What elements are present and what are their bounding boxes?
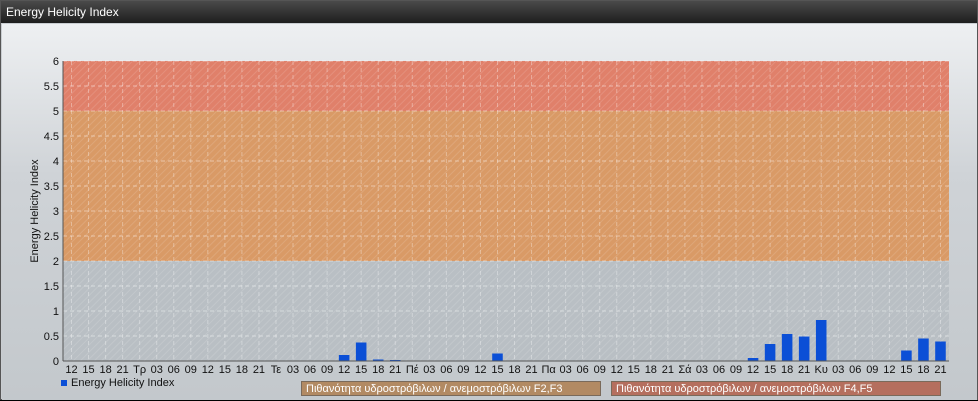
x-tick-label: Πα: [541, 364, 556, 376]
x-tick-label: 12: [747, 364, 759, 376]
y-tick-label: 5: [53, 106, 59, 118]
x-tick-label: 03: [423, 364, 435, 376]
y-tick-label: 2.5: [44, 231, 59, 243]
x-tick-label: 03: [832, 364, 844, 376]
bar: [781, 334, 793, 361]
y-tick-label: 4.5: [44, 131, 59, 143]
y-tick-label: 0.5: [44, 331, 59, 343]
y-tick-label: 2: [53, 256, 59, 268]
bar: [815, 320, 827, 361]
legend-label: Energy Helicity Index: [71, 377, 175, 389]
x-tick-label: 21: [798, 364, 810, 376]
y-tick-label: 4: [53, 156, 59, 168]
bar: [492, 353, 503, 361]
x-tick-label: 15: [355, 364, 367, 376]
y-tick-label: 3.5: [44, 181, 59, 193]
x-tick-label: 06: [849, 364, 861, 376]
x-tick-label: 06: [304, 364, 316, 376]
x-tick-label: 21: [525, 364, 537, 376]
bar: [935, 341, 946, 361]
x-tick-label: 03: [287, 364, 299, 376]
x-tick-label: 15: [628, 364, 640, 376]
x-tick-label: 21: [117, 364, 129, 376]
x-tick-label: 12: [883, 364, 895, 376]
x-tick-label: 21: [389, 364, 401, 376]
x-tick-label: 18: [781, 364, 793, 376]
x-tick-label: 12: [338, 364, 350, 376]
x-tick-label: 09: [594, 364, 606, 376]
x-tick-label: 03: [696, 364, 708, 376]
y-axis-label: Energy Helicity Index: [29, 159, 41, 263]
x-tick-label: 18: [508, 364, 520, 376]
x-tick-label: 06: [168, 364, 180, 376]
x-tick-label: 03: [151, 364, 163, 376]
x-tick-label: 03: [560, 364, 572, 376]
x-tick-label: 15: [82, 364, 94, 376]
x-tick-label: 09: [457, 364, 469, 376]
y-tick-label: 6: [53, 56, 59, 68]
x-tick-label: 15: [764, 364, 776, 376]
x-tick-label: 18: [917, 364, 929, 376]
x-tick-label: Σά: [678, 364, 692, 376]
y-tick-label: 1: [53, 306, 59, 318]
x-tick-label: Πέ: [406, 364, 419, 376]
chart-window: Energy Helicity Index 0 0.5 1 1.5 2 2.5 3 3.5 4 4…: [0, 0, 978, 400]
bar: [918, 338, 929, 361]
x-tick-label: 18: [99, 364, 111, 376]
bar: [764, 344, 776, 361]
x-tick-label: 18: [645, 364, 657, 376]
y-tick-label: 0: [53, 356, 59, 368]
x-tick-label: 09: [185, 364, 197, 376]
x-tick-label: 09: [866, 364, 878, 376]
bar: [901, 350, 912, 361]
band-label-f4f5: Πιθανότητα υδροστρόβιλων / ανεμοστρόβιλω…: [611, 381, 941, 396]
x-tick-label: 21: [662, 364, 674, 376]
bar: [338, 355, 350, 361]
x-tick-label: 21: [253, 364, 265, 376]
bar: [798, 336, 810, 361]
x-tick-label: 18: [372, 364, 384, 376]
legend-swatch: [61, 380, 67, 386]
x-tick-label: Τε: [271, 364, 282, 376]
x-tick-label: 15: [219, 364, 231, 376]
y-tick-label: 1.5: [44, 281, 59, 293]
x-tick-label: 12: [474, 364, 486, 376]
x-tick-label: 06: [713, 364, 725, 376]
bar: [355, 342, 367, 361]
x-tick-label: Τρ: [133, 364, 146, 376]
y-tick-label: 5.5: [44, 81, 59, 93]
x-tick-label: 09: [321, 364, 333, 376]
x-tick-label: 18: [236, 364, 248, 376]
x-tick-label: 09: [730, 364, 742, 376]
x-tick-label: 12: [202, 364, 214, 376]
x-tick-label: 21: [934, 364, 946, 376]
x-tick-label: 15: [491, 364, 503, 376]
x-tick-label: 12: [65, 364, 77, 376]
y-tick-label: 3: [53, 206, 59, 218]
x-tick-label: 15: [900, 364, 912, 376]
x-tick-label: 12: [611, 364, 623, 376]
band-label-f2f3: Πιθανότητα υδροστρόβιλων / ανεμοστρόβιλω…: [301, 381, 601, 396]
x-tick-label: Κυ: [815, 364, 828, 376]
legend: Energy Helicity Index: [61, 377, 174, 389]
ehi-bar-chart: 0 0.5 1 1.5 2 2.5 3 3.5 4 4.5 5 5.5 6 12 15 18 21 Τρ 03 06 0…: [29, 56, 949, 376]
x-tick-label: 06: [440, 364, 452, 376]
x-tick-label: 06: [577, 364, 589, 376]
